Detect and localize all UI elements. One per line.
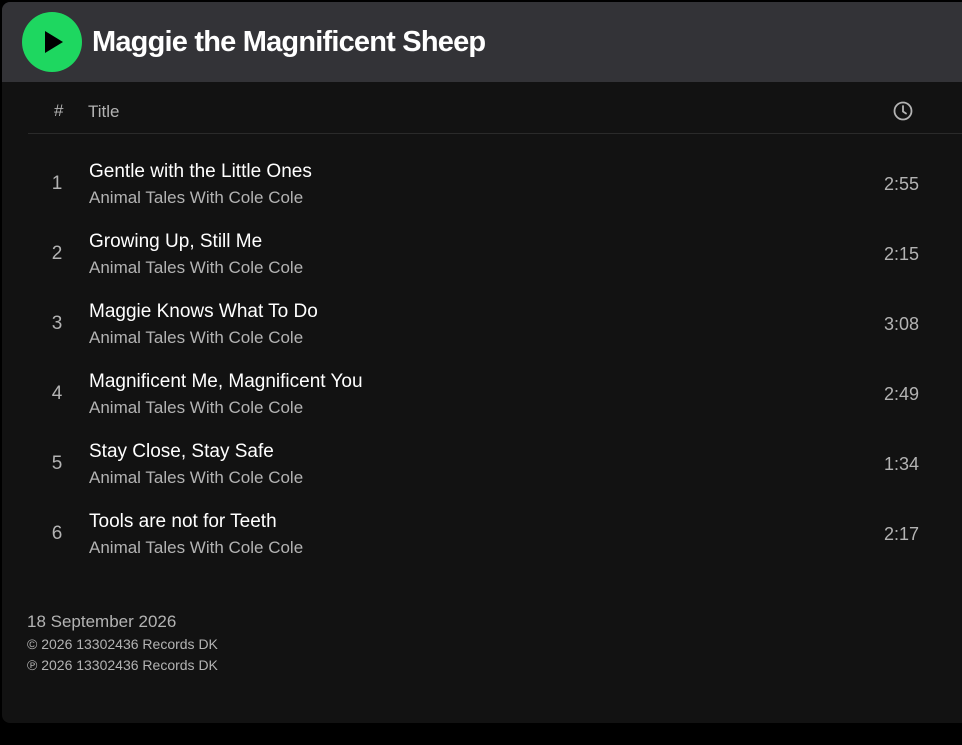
play-icon bbox=[44, 31, 63, 53]
track-artist[interactable]: Animal Tales With Cole Cole bbox=[89, 468, 303, 488]
track-duration: 2:55 bbox=[883, 174, 919, 194]
album-window: Maggie the Magnificent Sheep # Title 1 G… bbox=[2, 2, 962, 723]
track-row[interactable]: 3 Maggie Knows What To Do Animal Tales W… bbox=[28, 288, 962, 358]
release-date: 18 September 2026 bbox=[27, 612, 177, 631]
track-title[interactable]: Gentle with the Little Ones bbox=[89, 161, 312, 183]
clock-icon bbox=[892, 100, 914, 122]
track-row[interactable]: 6 Tools are not for Teeth Animal Tales W… bbox=[28, 498, 962, 568]
track-number: 4 bbox=[51, 383, 63, 404]
track-row[interactable]: 2 Growing Up, Still Me Animal Tales With… bbox=[28, 218, 962, 288]
track-duration: 1:34 bbox=[883, 454, 919, 474]
track-title[interactable]: Magnificent Me, Magnificent You bbox=[89, 371, 363, 393]
track-duration: 2:15 bbox=[883, 244, 919, 264]
copyright-text: © 2026 13302436 Records DK bbox=[27, 636, 218, 652]
track-artist[interactable]: Animal Tales With Cole Cole bbox=[89, 398, 303, 418]
track-number: 1 bbox=[51, 173, 63, 194]
track-title[interactable]: Maggie Knows What To Do bbox=[89, 301, 318, 323]
track-title[interactable]: Growing Up, Still Me bbox=[89, 231, 262, 253]
track-list: 1 Gentle with the Little Ones Animal Tal… bbox=[28, 148, 962, 568]
track-number: 5 bbox=[51, 453, 63, 474]
play-button[interactable] bbox=[22, 12, 82, 72]
track-row[interactable]: 4 Magnificent Me, Magnificent You Animal… bbox=[28, 358, 962, 428]
column-header-title: Title bbox=[88, 102, 120, 121]
track-duration: 2:17 bbox=[883, 524, 919, 544]
column-header-number: # bbox=[54, 101, 64, 120]
track-artist[interactable]: Animal Tales With Cole Cole bbox=[89, 328, 303, 348]
track-row[interactable]: 5 Stay Close, Stay Safe Animal Tales Wit… bbox=[28, 428, 962, 498]
track-row[interactable]: 1 Gentle with the Little Ones Animal Tal… bbox=[28, 148, 962, 218]
album-title: Maggie the Magnificent Sheep bbox=[92, 26, 486, 58]
track-number: 3 bbox=[51, 313, 63, 334]
track-duration: 3:08 bbox=[883, 314, 919, 334]
track-artist[interactable]: Animal Tales With Cole Cole bbox=[89, 538, 303, 558]
phonographic-copyright-text: ℗ 2026 13302436 Records DK bbox=[27, 657, 218, 673]
track-number: 6 bbox=[51, 523, 63, 544]
tracklist-header: # Title bbox=[28, 82, 962, 134]
track-duration: 2:49 bbox=[883, 384, 919, 404]
track-title[interactable]: Tools are not for Teeth bbox=[89, 511, 277, 533]
album-footer: 18 September 2026 © 2026 13302436 Record… bbox=[27, 610, 218, 676]
track-artist[interactable]: Animal Tales With Cole Cole bbox=[89, 188, 303, 208]
track-title[interactable]: Stay Close, Stay Safe bbox=[89, 441, 274, 463]
album-header: Maggie the Magnificent Sheep bbox=[2, 2, 962, 82]
track-number: 2 bbox=[51, 243, 63, 264]
track-artist[interactable]: Animal Tales With Cole Cole bbox=[89, 258, 303, 278]
